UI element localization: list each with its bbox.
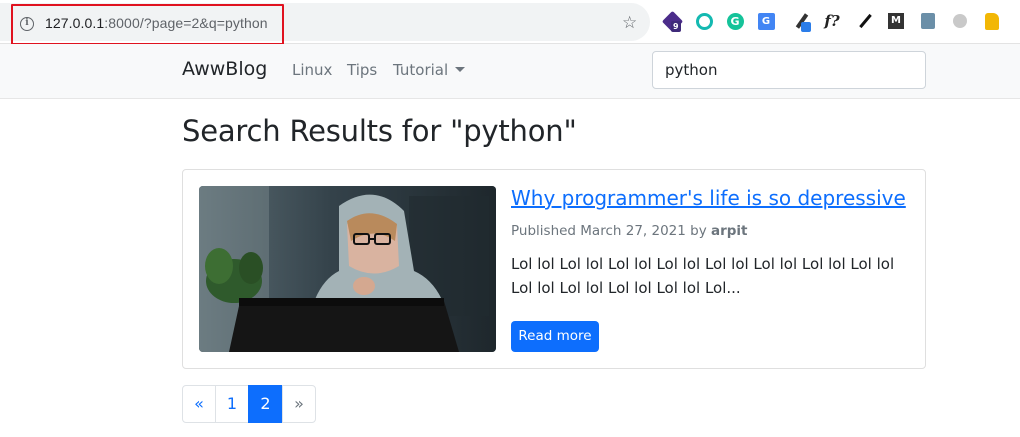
grey-circle-icon[interactable] — [950, 11, 970, 31]
url-highlight-annotation — [11, 4, 284, 45]
extension-ring-icon[interactable] — [694, 11, 714, 31]
caret-down-icon — [455, 67, 466, 72]
extension-badge: 9 — [671, 21, 681, 32]
translate-icon[interactable]: G — [756, 11, 776, 31]
pencil-icon[interactable] — [855, 11, 875, 31]
post-published-date: Published March 27, 2021 by — [511, 223, 711, 239]
pagination-next[interactable]: » — [282, 385, 316, 423]
grammarly-icon[interactable]: G — [725, 11, 745, 31]
function-icon[interactable]: f? — [822, 11, 842, 31]
m-extension-icon[interactable]: M — [886, 11, 906, 31]
pagination-page-2-current[interactable]: 2 — [248, 385, 283, 423]
pen-tool-icon[interactable] — [792, 11, 812, 32]
page-title: Search Results for "python" — [182, 114, 577, 148]
bookmark-star-icon[interactable]: ☆ — [622, 13, 637, 33]
brand-logo[interactable]: AwwBlog — [182, 58, 267, 80]
pagination-page-1[interactable]: 1 — [215, 385, 249, 423]
pagination-previous[interactable]: « — [182, 385, 216, 423]
pagination: « 1 2 » — [182, 385, 316, 423]
read-more-button[interactable]: Read more — [511, 321, 599, 352]
post-excerpt: Lol lol Lol lol Lol lol Lol lol Lol lol … — [511, 255, 895, 297]
post-meta: Published March 27, 2021 by arpit — [511, 223, 748, 239]
nav-link-tips[interactable]: Tips — [347, 61, 377, 79]
nav-dropdown-label: Tutorial — [393, 61, 449, 79]
nav-link-linux[interactable]: Linux — [292, 61, 332, 79]
yellow-tag-icon[interactable] — [982, 11, 1002, 31]
site-navbar: AwwBlog Linux Tips Tutorial — [0, 44, 1020, 99]
search-input[interactable] — [652, 51, 926, 89]
clipboard-icon[interactable] — [918, 11, 938, 31]
nav-dropdown-tutorial[interactable]: Tutorial — [393, 61, 466, 79]
browser-toolbar: i 127.0.0.1:8000/?page=2&q=python ☆ 9 G … — [0, 0, 1020, 45]
thumbnail-illustration — [199, 186, 496, 352]
post-card: Why programmer's life is so depressive P… — [182, 169, 926, 369]
post-thumbnail[interactable] — [199, 186, 496, 352]
post-author: arpit — [711, 223, 748, 239]
post-title-link[interactable]: Why programmer's life is so depressive — [511, 186, 906, 210]
extension-gem-icon[interactable]: 9 — [661, 10, 683, 32]
